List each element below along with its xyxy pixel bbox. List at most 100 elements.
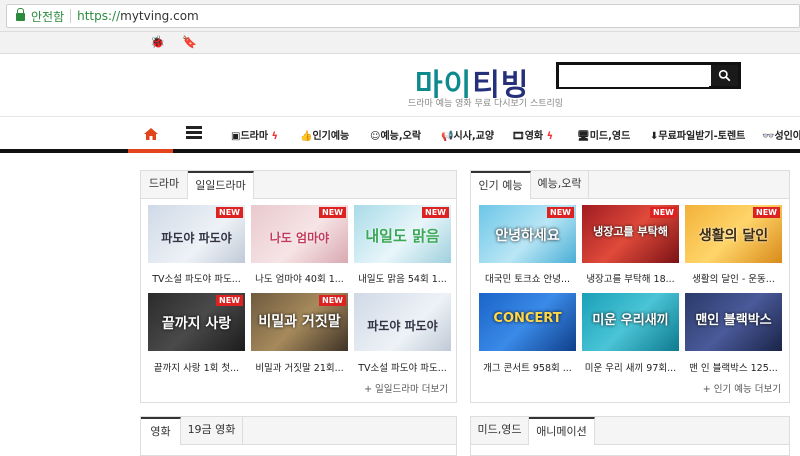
site-tagline: 드라마 예능 영화 무료 다시보기 스트리밍 <box>408 99 564 109</box>
nav-label: 미드,영드 <box>589 131 631 142</box>
thumbnail-caption: 파도야 파도야 <box>367 319 438 333</box>
series-panel: 미드,영드 애니메이션 <box>470 416 790 456</box>
url-scheme: https:// <box>77 9 121 23</box>
nav-item-entertainment[interactable]: ☺예능,오락 <box>370 127 421 142</box>
smile-icon: ☺ <box>370 131 381 142</box>
thumbnail[interactable]: 끝까지 사랑 NEW <box>148 293 245 351</box>
item-title[interactable]: 맨 인 블랙박스 125... <box>685 360 782 374</box>
thumbnail-caption: 냉장고를 부탁해 <box>593 225 668 238</box>
tab-animation[interactable]: 애니메이션 <box>529 417 595 445</box>
item-title[interactable]: 대국민 토크쇼 안녕... <box>479 271 576 285</box>
tab-us-uk-drama[interactable]: 미드,영드 <box>471 417 529 445</box>
nav-label: 무료파일받기-토렌트 <box>658 131 746 142</box>
nav-label: 영화 <box>524 131 544 142</box>
thumbnail-caption: 끝까지 사랑 <box>161 316 232 332</box>
search-box <box>556 62 741 89</box>
item-title[interactable]: 생활의 달인 - 운동... <box>685 271 782 285</box>
item-title[interactable]: TV소설 파도야 파도... <box>148 271 245 285</box>
series-tabs: 미드,영드 애니메이션 <box>471 417 789 445</box>
item-title[interactable]: 비밀과 거짓말 21회... <box>251 360 348 374</box>
home-icon <box>143 127 158 140</box>
glasses-icon: 👓 <box>762 131 775 142</box>
tab-movie[interactable]: 영화 <box>141 417 181 445</box>
search-input[interactable] <box>559 65 709 87</box>
tab-drama[interactable]: 드라마 <box>141 171 188 199</box>
tab-entertainment[interactable]: 예능,오락 <box>531 171 589 199</box>
item-title[interactable]: 냉장고를 부탁해 18... <box>582 271 679 285</box>
bookmark-icon[interactable]: 🔖 <box>182 35 197 49</box>
new-badge: NEW <box>319 295 346 306</box>
thumbnail-caption: 비밀과 거짓말 <box>258 314 341 330</box>
nav-item-popular-variety[interactable]: 👍인기예능 <box>300 127 349 142</box>
new-badge: NEW <box>753 207 780 218</box>
new-badge: NEW <box>547 207 574 218</box>
thumbnail[interactable]: 내일도 맑음 NEW <box>354 205 451 263</box>
thumbnail[interactable]: 냉장고를 부탁해 NEW <box>582 205 679 263</box>
tab-adult-movie[interactable]: 19금 영화 <box>181 417 243 445</box>
menu-icon[interactable] <box>186 126 202 140</box>
nav-item-us-uk-drama[interactable]: 🖥미드,영드 <box>577 127 630 142</box>
monitor-icon: 🖥 <box>577 131 590 142</box>
home-button[interactable] <box>128 117 173 150</box>
thumbnail[interactable]: 파도야 파도야 NEW <box>148 205 245 263</box>
bookmarks-bar: 🐞 🔖 <box>0 32 800 54</box>
nav-underline <box>0 149 800 153</box>
more-link[interactable]: + 일일드라마 더보기 <box>364 381 448 395</box>
item-title[interactable]: 내일도 맑음 54회 1... <box>354 271 451 285</box>
bug-icon[interactable]: 🐞 <box>150 35 165 49</box>
nav-item-current-affairs[interactable]: 📢시사,교양 <box>441 127 494 142</box>
thumbnail-caption: 맨인 블랙박스 <box>695 313 772 328</box>
thumbnail-caption: CONCERT <box>493 311 562 326</box>
thumbnail[interactable]: 파도야 파도야 <box>354 293 451 351</box>
thumbnail[interactable]: 생활의 달인 NEW <box>685 205 782 263</box>
tab-popular-variety[interactable]: 인기 예능 <box>471 171 531 199</box>
search-button[interactable] <box>711 65 738 86</box>
thumbnail-caption: 내일도 맑음 <box>365 227 440 245</box>
thumbnail[interactable]: 나도 엄마야 NEW <box>251 205 348 263</box>
drama-tabs: 드라마 일일드라마 <box>141 171 456 199</box>
new-badge: NEW <box>650 207 677 218</box>
main-nav: ▣드라마 ϟ 👍인기예능 ☺예능,오락 📢시사,교양 🎞영화 ϟ 🖥미드,영드 … <box>0 116 800 152</box>
film-icon: 🎞 <box>512 131 525 142</box>
nav-item-torrent[interactable]: ⬇무료파일받기-토렌트 <box>650 127 745 142</box>
nav-label: 인기예능 <box>312 131 350 142</box>
item-title[interactable]: 개그 콘서트 958회 ... <box>479 360 576 374</box>
home-active-indicator <box>128 149 173 153</box>
nav-label: 성인야동 <box>774 131 800 142</box>
address-bar[interactable]: 안전함 https:// mytving.com <box>6 4 800 28</box>
thumbnail-caption: 생활의 달인 <box>698 228 769 244</box>
nav-label: 시사,교양 <box>453 131 495 142</box>
variety-panel: 인기 예능 예능,오락 안녕하세요 NEW 대국민 토크쇼 안녕... 냉장고를… <box>470 170 790 403</box>
browser-toolbar: 안전함 https:// mytving.com <box>0 0 800 32</box>
variety-tabs: 인기 예능 예능,오락 <box>471 171 789 199</box>
thumbnail[interactable]: 맨인 블랙박스 <box>685 293 782 351</box>
secure-label: 안전함 <box>31 9 65 24</box>
thumbs-up-icon: 👍 <box>300 131 313 142</box>
new-badge: NEW <box>216 295 243 306</box>
thumbnail-caption: 파도야 파도야 <box>161 231 232 245</box>
more-link[interactable]: + 인기 예능 더보기 <box>703 381 781 395</box>
tab-daily-drama[interactable]: 일일드라마 <box>188 171 254 199</box>
nav-label: 드라마 <box>240 131 269 142</box>
lock-icon <box>16 8 25 21</box>
item-title[interactable]: 나도 엄마야 40회 1... <box>251 271 348 285</box>
thumbnail[interactable]: CONCERT <box>479 293 576 351</box>
new-badge: NEW <box>216 207 243 218</box>
address-divider <box>70 9 72 23</box>
new-badge: NEW <box>319 207 346 218</box>
thumbnail[interactable]: 비밀과 거짓말 NEW <box>251 293 348 351</box>
thumbnail[interactable]: 미운 우리새끼 <box>582 293 679 351</box>
nav-item-adult[interactable]: 👓성인야동 <box>762 127 800 142</box>
nav-label: 예능,오락 <box>380 131 422 142</box>
thumbnail[interactable]: 안녕하세요 NEW <box>479 205 576 263</box>
megaphone-icon: 📢 <box>441 131 454 142</box>
item-title[interactable]: 미운 우리 새끼 97회... <box>582 360 679 374</box>
item-title[interactable]: 끝까지 사랑 1회 첫... <box>148 360 245 374</box>
nav-item-movie[interactable]: 🎞영화 ϟ <box>512 127 553 142</box>
search-icon <box>718 69 731 82</box>
bolt-icon: ϟ <box>546 131 554 142</box>
movie-panel: 영화 19금 영화 <box>140 416 457 456</box>
nav-item-drama[interactable]: ▣드라마 ϟ <box>231 127 278 142</box>
item-title[interactable]: TV소설 파도야 파도... <box>354 360 451 374</box>
thumbnail-caption: 안녕하세요 <box>495 228 560 244</box>
